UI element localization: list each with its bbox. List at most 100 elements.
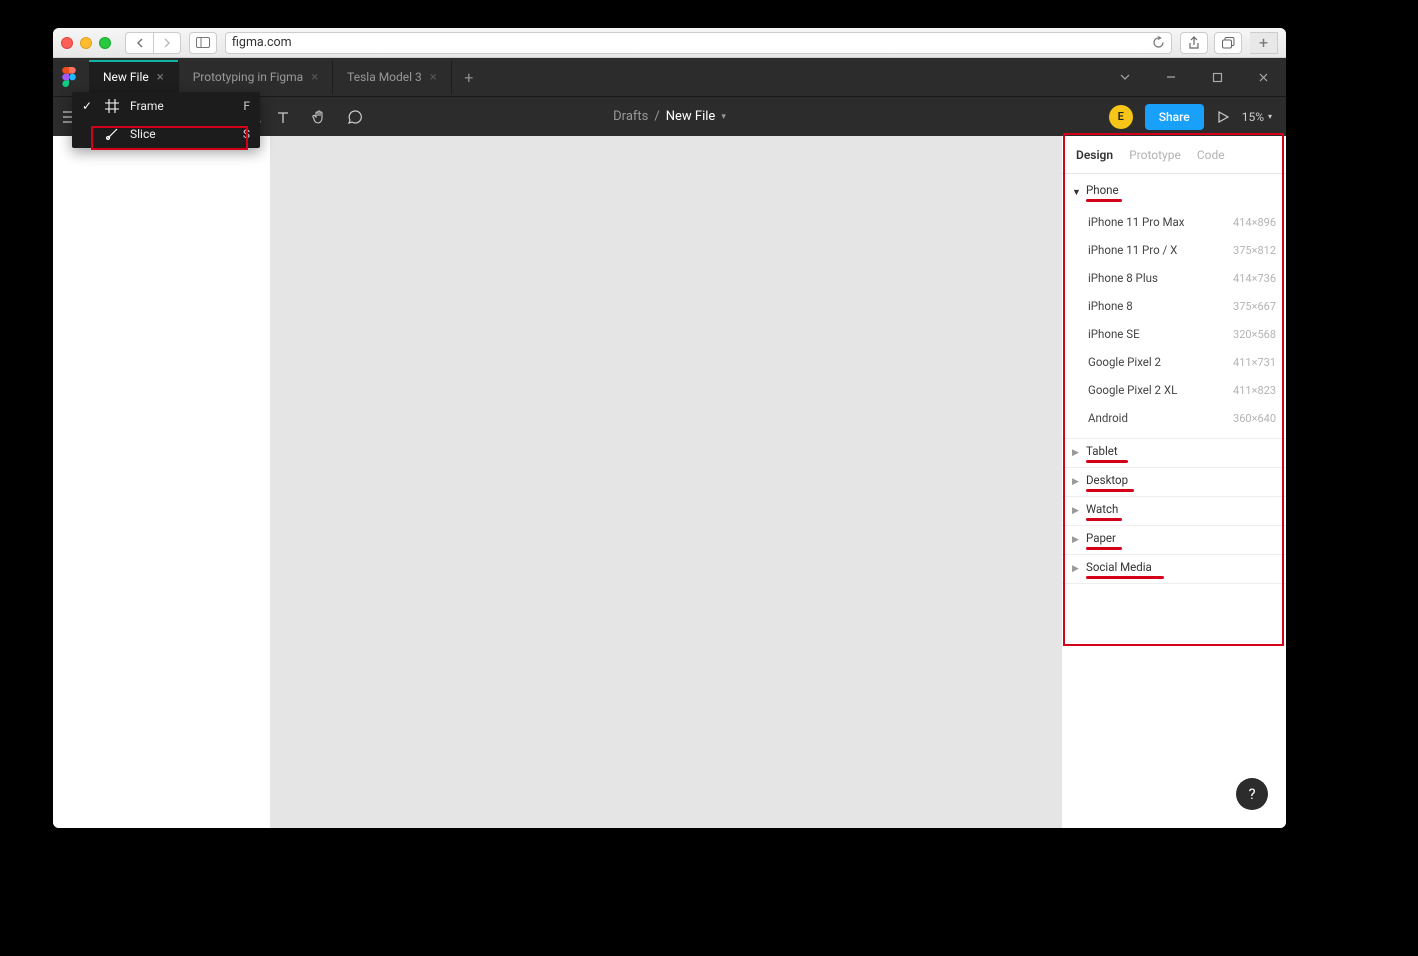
preset-name: iPhone SE [1088, 327, 1140, 341]
share-icon[interactable] [1180, 32, 1208, 54]
breadcrumb[interactable]: Drafts / New File ▾ [613, 109, 726, 124]
preset-category-paper[interactable]: ▶ Paper [1062, 526, 1286, 554]
preset-size: 414×896 [1233, 216, 1276, 229]
preset-iphone-se[interactable]: iPhone SE320×568 [1062, 320, 1286, 348]
back-button[interactable] [125, 32, 153, 54]
preset-iphone-8-plus[interactable]: iPhone 8 Plus414×736 [1062, 264, 1286, 292]
window-controls [1102, 58, 1286, 96]
window-caret-button[interactable] [1102, 58, 1148, 96]
tabs-icon[interactable] [1214, 32, 1242, 54]
main-area: Layers Design Prototype Code ▼PhoneiPhon… [53, 136, 1286, 828]
text-tool[interactable] [265, 97, 301, 137]
category-label: Watch [1086, 502, 1118, 516]
tab-design[interactable]: Design [1076, 148, 1113, 162]
category-label: Paper [1086, 531, 1116, 545]
tab-code[interactable]: Code [1197, 148, 1225, 162]
slice-icon [104, 127, 120, 141]
preset-size: 411×731 [1233, 356, 1276, 369]
highlight-underline [1086, 518, 1122, 521]
browser-right-controls [1180, 32, 1242, 54]
preset-name: Google Pixel 2 XL [1088, 383, 1177, 397]
hand-tool[interactable] [301, 97, 337, 137]
preset-size: 360×640 [1233, 412, 1276, 425]
preset-category-social-media[interactable]: ▶Social Media [1062, 555, 1286, 583]
left-panel: Layers [53, 136, 271, 828]
disclosure-icon: ▶ [1072, 448, 1080, 458]
preset-name: iPhone 8 [1088, 299, 1133, 313]
dropdown-item-frame[interactable]: ✓FrameF [72, 92, 260, 120]
preset-size: 375×812 [1233, 244, 1276, 257]
tab-prototyping-in-figma[interactable]: Prototyping in Figma× [179, 60, 333, 94]
share-button[interactable]: Share [1145, 104, 1204, 130]
frame-presets: ▼PhoneiPhone 11 Pro Max414×896iPhone 11 … [1062, 174, 1286, 588]
chevron-down-icon: ▾ [1268, 112, 1272, 121]
highlight-underline [1086, 547, 1122, 550]
present-button[interactable] [1216, 110, 1230, 124]
frame-tool-dropdown: ✓FrameFSliceS [72, 92, 260, 148]
refresh-icon[interactable] [1152, 36, 1165, 49]
url-bar[interactable]: figma.com [225, 32, 1172, 54]
breadcrumb-file: New File [666, 109, 716, 124]
window-minimize-button[interactable] [1148, 58, 1194, 96]
preset-iphone-11-pro-x[interactable]: iPhone 11 Pro / X 375×812 [1062, 236, 1286, 264]
close-icon[interactable]: × [430, 70, 437, 85]
zoom-control[interactable]: 15%▾ [1242, 110, 1272, 124]
category-label: Tablet [1086, 444, 1118, 458]
preset-name: Android [1088, 411, 1128, 425]
disclosure-icon: ▶ [1072, 506, 1080, 516]
preset-iphone-11-pro-max[interactable]: iPhone 11 Pro Max 414×896 [1062, 208, 1286, 236]
forward-button[interactable] [153, 32, 181, 54]
dropdown-label: Frame [130, 99, 233, 113]
minimize-window-icon[interactable] [80, 37, 92, 49]
canvas[interactable] [271, 136, 1061, 828]
avatar[interactable]: E [1109, 105, 1133, 129]
new-tab-button[interactable]: + [1250, 32, 1278, 54]
preset-name: Google Pixel 2 [1088, 355, 1161, 369]
preset-iphone-8[interactable]: iPhone 8 375×667 [1062, 292, 1286, 320]
preset-google-pixel-2[interactable]: Google Pixel 2 411×731 [1062, 348, 1286, 376]
category-label: Desktop [1086, 473, 1128, 487]
window-maximize-button[interactable] [1194, 58, 1240, 96]
dropdown-item-slice[interactable]: Slice S [72, 120, 260, 148]
tab-tesla-model-3[interactable]: Tesla Model 3× [333, 60, 452, 94]
add-tab-button[interactable]: + [452, 68, 486, 87]
preset-category-desktop[interactable]: ▶Desktop [1062, 468, 1286, 496]
close-window-icon[interactable] [61, 37, 73, 49]
app-tabs-bar: New File×Prototyping in Figma×Tesla Mode… [53, 58, 1286, 96]
window-close-button[interactable] [1240, 58, 1286, 96]
preset-category-watch[interactable]: ▶ Watch [1062, 497, 1286, 525]
tab-label: New File [103, 70, 149, 84]
right-panel-tabs: Design Prototype Code [1062, 136, 1286, 174]
toolbar-right: E Share 15%▾ [1109, 104, 1286, 130]
preset-category-phone[interactable]: ▼Phone [1062, 178, 1286, 206]
preset-google-pixel-2-xl[interactable]: Google Pixel 2 XL411×823 [1062, 376, 1286, 404]
sidebar-toggle-button[interactable] [189, 32, 217, 54]
frame-icon [104, 99, 120, 113]
window-traffic-lights [61, 37, 111, 49]
preset-category-tablet[interactable]: ▶ Tablet [1062, 439, 1286, 467]
preset-name: iPhone 11 Pro Max [1088, 215, 1184, 229]
shortcut: S [243, 127, 250, 141]
close-icon[interactable]: × [157, 70, 164, 85]
tab-prototype[interactable]: Prototype [1129, 148, 1181, 162]
preset-android[interactable]: Android 360×640 [1062, 404, 1286, 432]
category-label: Social Media [1086, 560, 1152, 574]
help-button[interactable]: ? [1236, 778, 1268, 810]
figma-logo-icon[interactable] [55, 60, 83, 94]
disclosure-icon: ▶ [1072, 535, 1080, 545]
url-text: figma.com [232, 35, 1152, 50]
right-panel: Design Prototype Code ▼PhoneiPhone 11 Pr… [1061, 136, 1286, 828]
figma-app: New File×Prototyping in Figma×Tesla Mode… [53, 58, 1286, 828]
preset-name: iPhone 11 Pro / X [1088, 243, 1177, 257]
tab-new-file[interactable]: New File × [89, 60, 179, 94]
dropdown-label: Slice [130, 127, 233, 141]
shortcut: F [243, 99, 250, 113]
comment-tool[interactable] [337, 97, 373, 137]
highlight-underline [1086, 576, 1164, 579]
browser-window: figma.com + New File×Prototyping in Figm… [53, 28, 1286, 828]
maximize-window-icon[interactable] [99, 37, 111, 49]
chevron-down-icon: ▾ [721, 112, 726, 122]
close-icon[interactable]: × [311, 70, 318, 85]
preset-size: 375×667 [1233, 300, 1276, 313]
highlight-underline [1086, 489, 1134, 492]
